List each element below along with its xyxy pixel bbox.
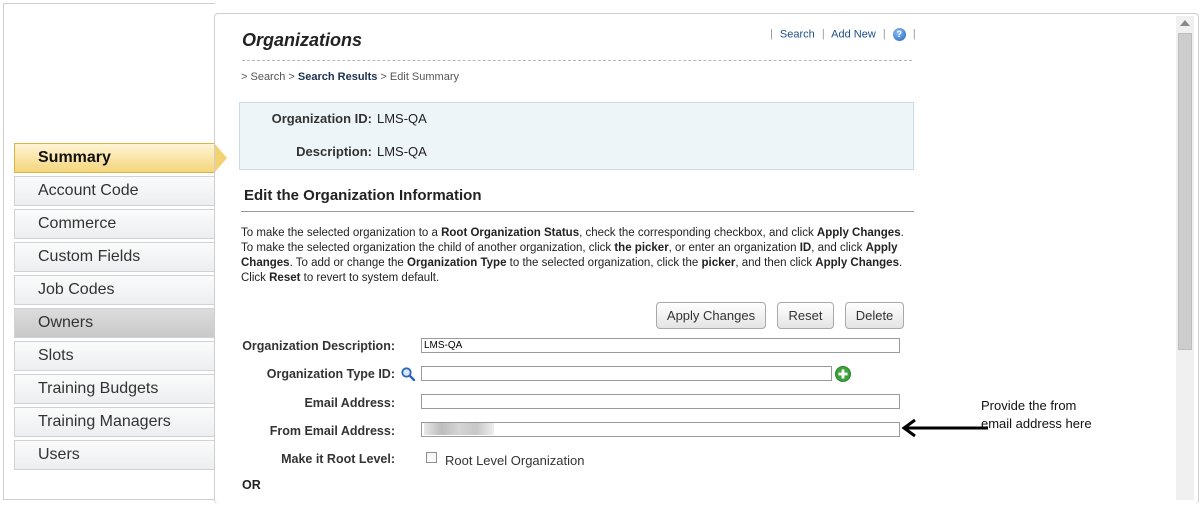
org-id-row: Organization ID: LMS-QA: [242, 111, 427, 126]
sidebar-item-slots[interactable]: Slots: [14, 341, 215, 371]
delete-button[interactable]: Delete: [845, 302, 904, 329]
top-links: | Search | Add New | ? |: [766, 28, 920, 41]
annotation-line-1: Provide the from: [981, 398, 1077, 413]
scroll-thumb[interactable]: [1178, 33, 1192, 350]
breadcrumb: > Search > Search Results > Edit Summary: [241, 71, 459, 83]
separator: |: [912, 28, 916, 41]
organization-info-box: Organization ID: LMS-QA Description: LMS-Q…: [239, 102, 914, 170]
org-type-id-label: Organization Type ID:: [266, 367, 395, 381]
org-type-id-input[interactable]: [421, 366, 832, 381]
sidebar-item-summary[interactable]: Summary: [14, 143, 229, 173]
root-level-checkbox[interactable]: [426, 452, 437, 463]
sidebar-item-custom-fields[interactable]: Custom Fields: [14, 242, 215, 272]
root-level-label: Make it Root Level:: [281, 452, 395, 466]
title-divider: [242, 60, 912, 61]
root-level-checkbox-label[interactable]: Root Level Organization: [445, 453, 584, 468]
annotation-line-2: email address here: [981, 416, 1092, 431]
breadcrumb-search[interactable]: Search: [250, 71, 285, 83]
section-title: Edit the Organization Information: [244, 187, 482, 204]
redacted-email-value: [424, 423, 494, 435]
reset-button[interactable]: Reset: [777, 302, 834, 329]
search-icon[interactable]: [400, 366, 416, 382]
description-row: Description: LMS-QA: [242, 144, 427, 159]
email-address-label: Email Address:: [304, 396, 395, 410]
org-description-input[interactable]: [421, 338, 900, 353]
apply-changes-button[interactable]: Apply Changes: [656, 302, 766, 329]
arrow-left-icon: [900, 418, 990, 438]
sidebar-item-owners[interactable]: Owners: [14, 308, 215, 338]
org-id-label: Organization ID:: [271, 111, 372, 126]
sidebar-item-commerce[interactable]: Commerce: [14, 209, 215, 239]
instructions-text: To make the selected organization to a R…: [241, 227, 904, 284]
description-value: LMS-QA: [377, 144, 427, 159]
search-link[interactable]: Search: [780, 28, 815, 40]
page-title: Organizations: [242, 30, 363, 50]
or-label: OR: [242, 478, 261, 492]
from-email-address-label: From Email Address:: [269, 424, 395, 438]
separator: |: [770, 28, 773, 41]
sidebar: Summary Account Code Commerce Custom Fie…: [14, 143, 229, 473]
org-description-label: Organization Description:: [242, 339, 395, 353]
sidebar-item-job-codes[interactable]: Job Codes: [14, 275, 215, 305]
org-id-value: LMS-QA: [377, 111, 427, 126]
breadcrumb-search-results[interactable]: Search Results: [298, 71, 377, 83]
sidebar-item-training-budgets[interactable]: Training Budgets: [14, 374, 215, 404]
separator: |: [821, 28, 825, 41]
breadcrumb-current: Edit Summary: [389, 71, 459, 83]
description-label: Description:: [296, 144, 372, 159]
section-divider: [241, 211, 914, 212]
sidebar-item-training-managers[interactable]: Training Managers: [14, 407, 215, 437]
add-icon[interactable]: [835, 366, 851, 382]
separator: |: [882, 28, 886, 41]
sidebar-item-users[interactable]: Users: [14, 440, 215, 470]
scroll-up-icon[interactable]: [1180, 20, 1190, 26]
sidebar-item-account-code[interactable]: Account Code: [14, 176, 215, 206]
add-new-link[interactable]: Add New: [831, 28, 876, 40]
email-address-input[interactable]: [421, 394, 900, 409]
help-icon[interactable]: ?: [892, 28, 906, 41]
annotation-note: Provide the from email address here: [981, 397, 1092, 433]
